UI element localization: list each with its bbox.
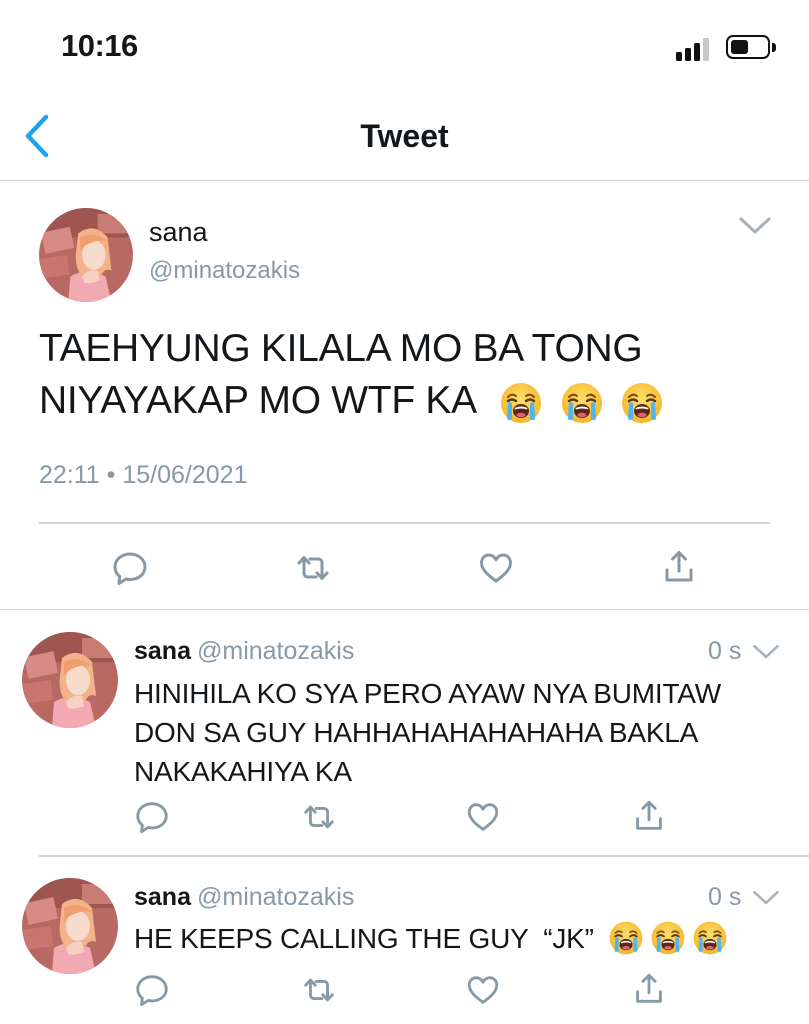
reply-text-line: DON SA GUY HAHHAHAHAHAHAHA BAKLA [134, 717, 699, 748]
tweet-timestamp: 22:11 • 15/06/2021 [39, 461, 248, 489]
avatar[interactable] [39, 208, 133, 302]
reply-text-line: HE KEEPS CALLING THE GUY “JK” [134, 923, 594, 954]
reply-icon[interactable] [110, 548, 150, 588]
battery-tip [772, 43, 776, 52]
nav-bar: Tweet [0, 95, 809, 181]
reply-icon[interactable] [133, 798, 171, 836]
loudly-crying-face-icon [620, 381, 664, 425]
share-icon[interactable] [630, 970, 668, 1008]
like-icon[interactable] [464, 971, 502, 1009]
tweet-text-line: TAEHYUNG KILALA MO BA TONG [39, 327, 643, 370]
reply-timestamp: 0 s [708, 883, 742, 911]
loudly-crying-face-icon [608, 920, 644, 956]
page-title: Tweet [360, 118, 449, 154]
reply-icon[interactable] [133, 971, 171, 1009]
reply-text-line: HINIHILA KO SYA PERO AYAW NYA BUMITAW [134, 678, 721, 709]
reply-header: sana @minatozakis [134, 637, 354, 666]
tweet-text-line: NIYAYAKAP MO WTF KA [39, 379, 475, 422]
chevron-down-icon[interactable] [738, 215, 772, 237]
signal-strength-icon [676, 37, 716, 61]
share-icon[interactable] [630, 797, 668, 835]
retweet-icon[interactable] [300, 971, 338, 1009]
divider [39, 522, 770, 524]
reply-header: sana @minatozakis [134, 883, 354, 912]
reply-text: HE KEEPS CALLING THE GUY “JK” [134, 919, 794, 958]
retweet-icon[interactable] [293, 548, 333, 588]
share-icon[interactable] [659, 547, 699, 587]
loudly-crying-face-icon [692, 920, 728, 956]
loudly-crying-face-icon [499, 381, 543, 425]
retweet-icon[interactable] [300, 798, 338, 836]
like-icon[interactable] [476, 548, 516, 588]
chevron-down-icon[interactable] [752, 643, 780, 661]
avatar[interactable] [22, 878, 118, 974]
loudly-crying-face-icon [560, 381, 604, 425]
avatar[interactable] [22, 632, 118, 728]
reply-tweet[interactable]: sana @minatozakis 0 s HE KEEPS CALLING TH… [0, 857, 809, 1024]
tweet-text-line-with-emoji: NIYAYAKAP MO WTF KA [39, 375, 779, 427]
status-time: 10:16 [61, 28, 138, 63]
author-name[interactable]: sana [134, 883, 191, 911]
author-name[interactable]: sana [149, 217, 208, 248]
loudly-crying-face-icon [650, 920, 686, 956]
author-handle[interactable]: @minatozakis [149, 257, 300, 285]
author-handle[interactable]: @minatozakis [197, 637, 354, 665]
status-bar: 10:16 [0, 0, 809, 95]
reply-text: HINIHILA KO SYA PERO AYAW NYA BUMITAW DO… [134, 674, 794, 791]
chevron-down-icon[interactable] [752, 889, 780, 907]
author-name[interactable]: sana [134, 637, 191, 665]
tweet-text: TAEHYUNG KILALA MO BA TONG NIYAYAKAP MO … [39, 323, 779, 427]
battery-icon [726, 35, 770, 59]
reply-tweet[interactable]: sana @minatozakis 0 s HINIHILA KO SYA PER… [0, 611, 809, 857]
reply-text-line: NAKAKAHIYA KA [134, 756, 352, 787]
author-handle[interactable]: @minatozakis [197, 883, 354, 911]
like-icon[interactable] [464, 798, 502, 836]
reply-timestamp: 0 s [708, 637, 742, 665]
main-tweet: sana @minatozakis TAEHYUNG KILALA MO BA … [0, 181, 809, 610]
